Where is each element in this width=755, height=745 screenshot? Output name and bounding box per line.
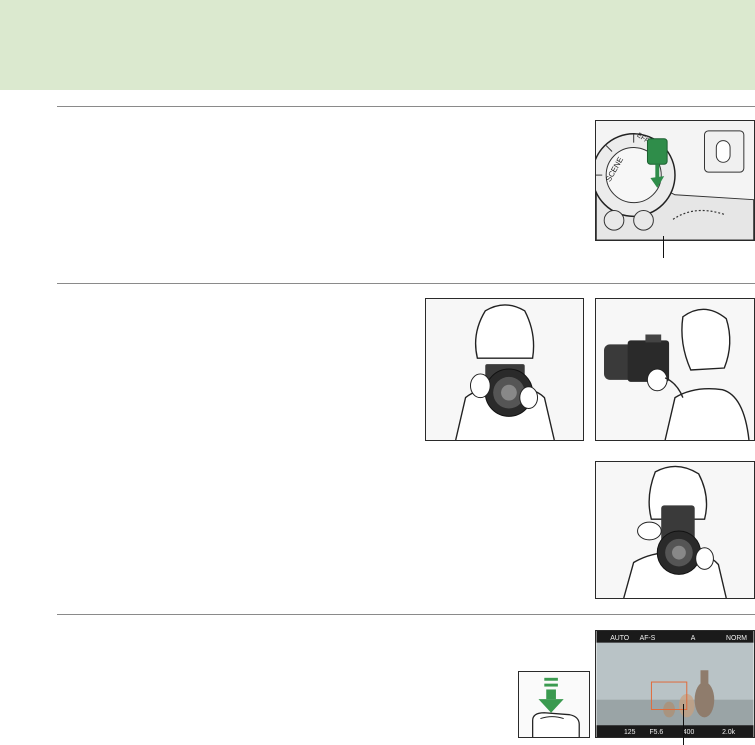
section-divider bbox=[57, 614, 755, 615]
section-divider bbox=[57, 106, 755, 107]
viewfinder-display-illustration: AUTO AF-S A NORM 125 F5.6 400 2.0k bbox=[595, 630, 755, 738]
person-holding-camera-icon bbox=[596, 299, 754, 440]
viewfinder-display-icon: AUTO AF-S A NORM 125 F5.6 400 2.0k bbox=[596, 631, 754, 737]
viewfinder-bottom-label: 400 bbox=[683, 729, 695, 736]
viewfinder-bottom-label: 125 bbox=[624, 729, 636, 736]
callout-line bbox=[663, 236, 664, 258]
holding-camera-portrait-illustration bbox=[595, 461, 755, 599]
holding-camera-front-illustration bbox=[425, 298, 584, 441]
shutter-press-illustration bbox=[518, 671, 590, 738]
person-holding-camera-icon bbox=[596, 462, 754, 598]
mode-dial-icon: SCENE EFFECTS bbox=[596, 121, 754, 240]
header-band bbox=[0, 0, 755, 90]
viewfinder-bottom-label: 2.0k bbox=[722, 729, 736, 736]
viewfinder-top-label: AUTO bbox=[610, 635, 629, 642]
viewfinder-top-label: NORM bbox=[726, 635, 747, 642]
mode-dial-illustration: SCENE EFFECTS bbox=[595, 120, 755, 241]
callout-line bbox=[683, 704, 684, 745]
holding-camera-side-illustration bbox=[595, 298, 755, 441]
person-holding-camera-icon bbox=[426, 299, 583, 440]
section-divider bbox=[57, 283, 755, 284]
viewfinder-top-label: AF-S bbox=[640, 635, 656, 642]
shutter-press-icon bbox=[519, 672, 589, 737]
viewfinder-top-label: A bbox=[691, 635, 696, 642]
viewfinder-bottom-label: F5.6 bbox=[649, 729, 663, 736]
